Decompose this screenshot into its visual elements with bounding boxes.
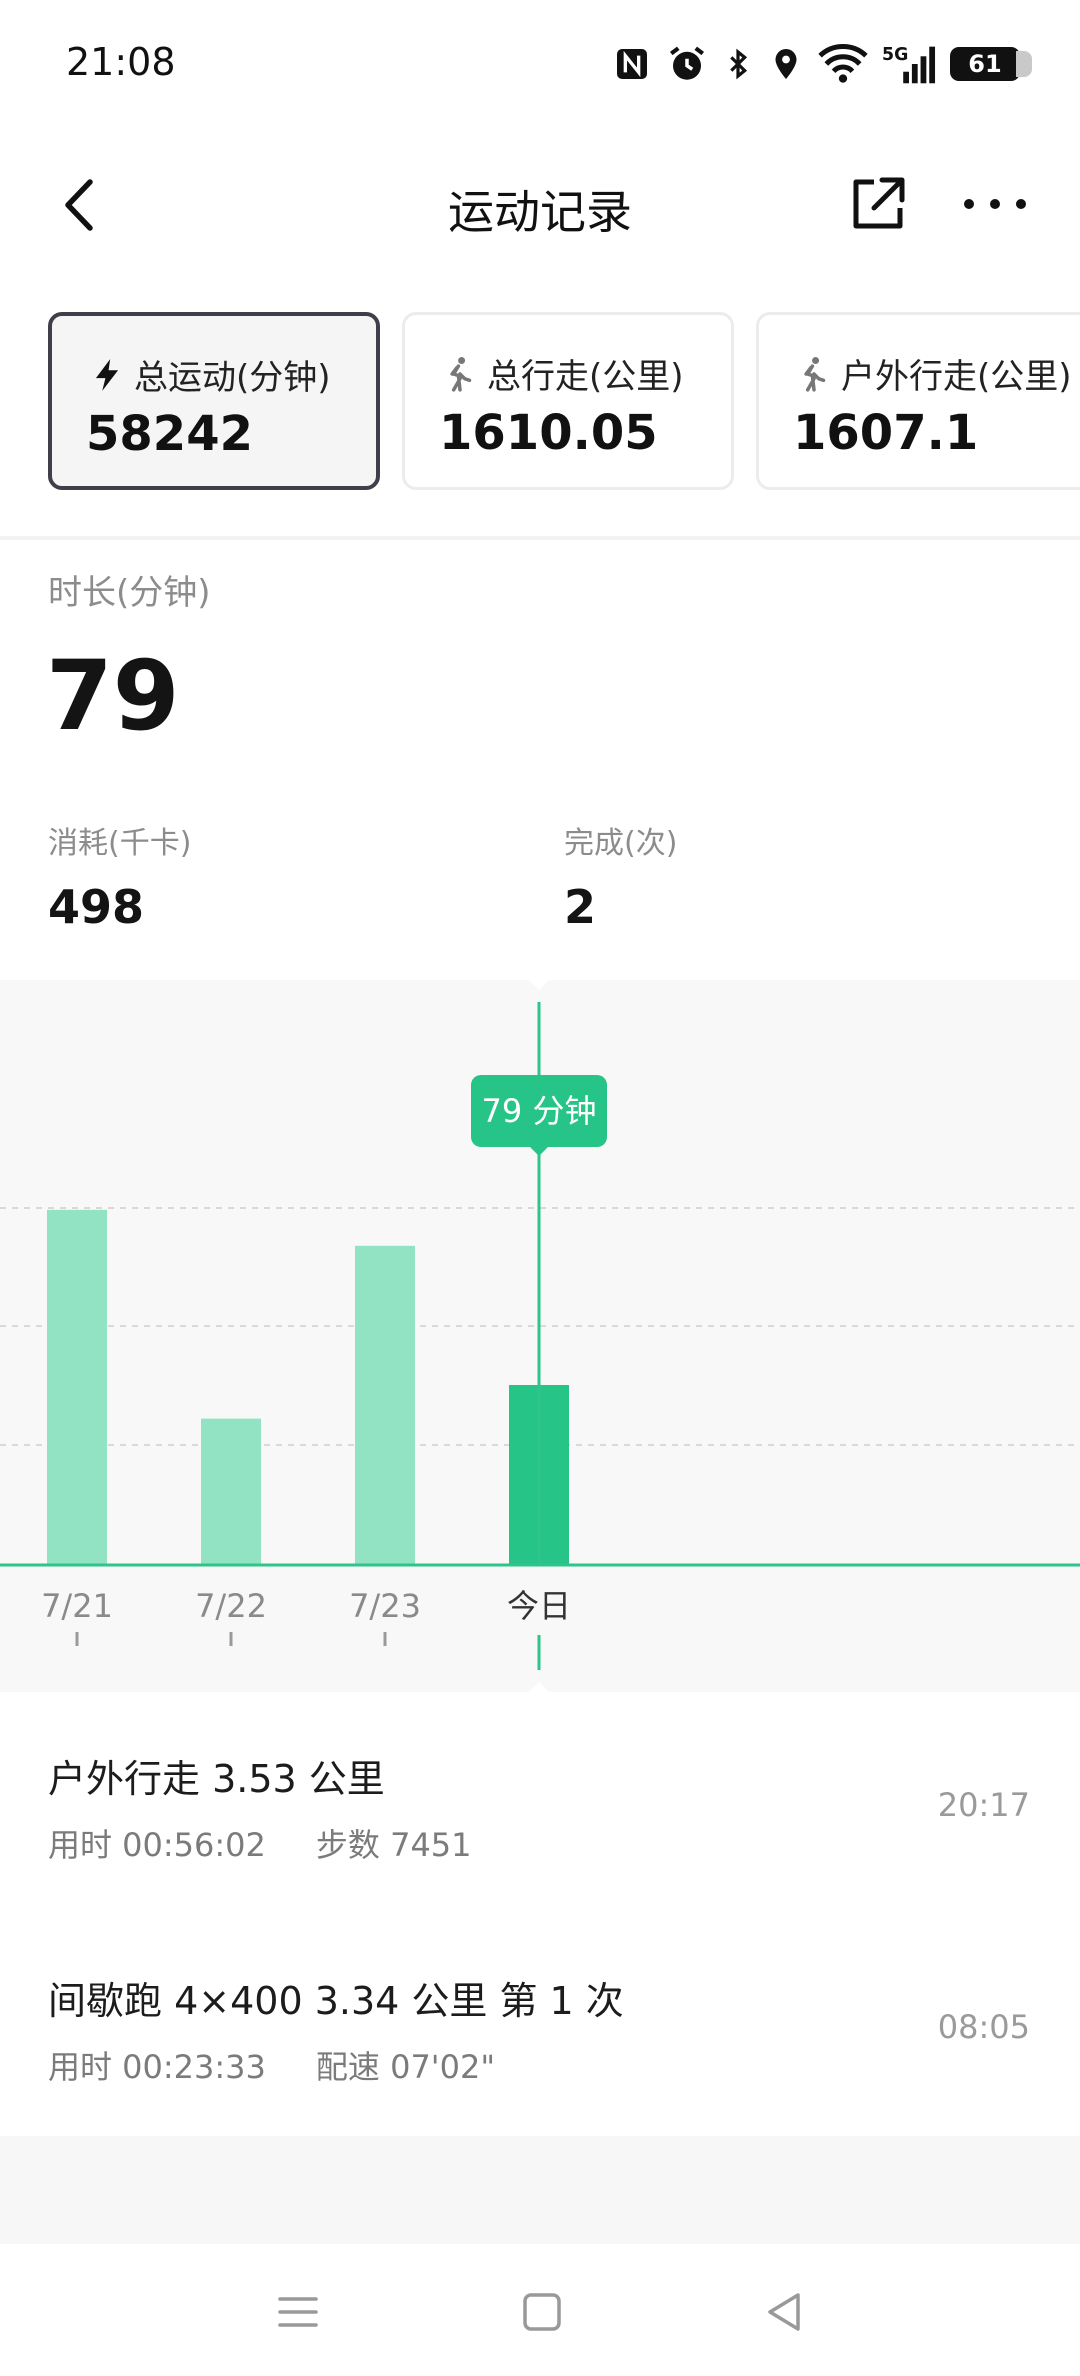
card-value: 1610.05	[439, 405, 658, 461]
record-extra: 配速 07'02"	[315, 2048, 496, 2086]
chart-tick-label: 7/22	[195, 1587, 267, 1625]
record-time: 08:05	[937, 2008, 1030, 2046]
card-label: 总运动(分钟)	[88, 350, 331, 399]
duration-label: 时长(分钟)	[48, 573, 211, 613]
chart-canvas[interactable]: 7/21 7/22 7/23 今日 79 分钟	[0, 980, 1080, 1692]
record-subtitle: 用时 00:23:33 配速 07'02"	[48, 2042, 495, 2088]
card-value: 58242	[86, 406, 253, 462]
card-outdoor-walk[interactable]: 户外行走(公里) 1607.1	[756, 312, 1080, 490]
completed-label: 完成(次)	[564, 826, 678, 861]
record-subtitle: 用时 00:56:02 步数 7451	[48, 1820, 472, 1866]
record-item[interactable]: 间歇跑 4×400 3.34 公里 第 1 次 用时 00:23:33 配速 07…	[0, 1942, 1080, 2132]
wifi-icon	[818, 44, 868, 83]
duration-value: 79	[46, 640, 180, 752]
completed-value: 2	[564, 880, 597, 934]
battery-level: 61	[968, 50, 1002, 78]
page-title: 运动记录	[448, 185, 632, 239]
card-value: 1607.1	[793, 405, 979, 461]
chart-tooltip-label: 79 分钟	[482, 1092, 597, 1130]
chart-tick-label: 今日	[507, 1587, 571, 1625]
calories-label: 消耗(千卡)	[48, 826, 192, 861]
chart-tick-label: 7/21	[41, 1587, 113, 1625]
record-time: 20:17	[937, 1786, 1030, 1824]
signal-5g-icon: 5G	[882, 45, 936, 84]
calories-value: 498	[48, 880, 145, 934]
card-label: 总行走(公里)	[441, 349, 684, 398]
record-title: 户外行走 3.53 公里	[48, 1757, 385, 1801]
status-bar: 21:08 5G 61	[0, 0, 1080, 130]
chart-bar	[355, 1245, 415, 1565]
app-bar: 运动记录	[0, 150, 1080, 260]
home-icon	[523, 2293, 561, 2331]
card-total-walk[interactable]: 总行走(公里) 1610.05	[402, 312, 734, 490]
metric-cards: 总运动(分钟) 58242 总行走(公里) 1610.05 户外行走(公里) 1…	[0, 312, 1080, 492]
bluetooth-icon	[730, 48, 748, 80]
chart-bar	[47, 1209, 107, 1565]
share-button[interactable]	[846, 172, 910, 236]
back-triangle-icon	[768, 2293, 800, 2331]
alarm-icon	[669, 46, 705, 80]
share-icon	[853, 177, 905, 229]
battery-icon: 61	[950, 47, 1032, 81]
more-dots-icon	[964, 199, 1026, 209]
status-icons: 5G 61	[612, 40, 1032, 88]
divider	[0, 536, 1080, 540]
record-item[interactable]: 户外行走 3.53 公里 用时 00:56:02 步数 7451 20:17	[0, 1720, 1080, 1910]
location-icon	[775, 49, 797, 79]
svg-text:5G: 5G	[882, 45, 908, 65]
card-label: 户外行走(公里)	[795, 349, 1072, 398]
bolt-icon	[95, 358, 119, 391]
record-duration: 用时 00:56:02	[48, 1826, 266, 1864]
status-time: 21:08	[66, 40, 176, 84]
home-button[interactable]	[512, 2282, 572, 2342]
walk-icon	[804, 356, 826, 392]
record-duration: 用时 00:23:33	[48, 2048, 266, 2086]
list-footer	[0, 2136, 1080, 2244]
daily-duration-chart[interactable]: 7/21 7/22 7/23 今日 79 分钟	[0, 980, 1080, 1692]
recents-button[interactable]	[268, 2282, 328, 2342]
chart-tick-label: 7/23	[349, 1587, 421, 1625]
walk-icon	[450, 356, 472, 392]
menu-icon	[278, 2297, 318, 2327]
navigation-bar	[0, 2244, 1080, 2376]
more-button[interactable]	[960, 172, 1030, 236]
card-total-exercise[interactable]: 总运动(分钟) 58242	[48, 312, 380, 490]
record-title: 间歇跑 4×400 3.34 公里 第 1 次	[48, 1979, 624, 2023]
back-nav-button[interactable]	[756, 2282, 816, 2342]
nfc-icon	[617, 49, 647, 79]
record-extra: 步数 7451	[315, 1826, 472, 1864]
chart-bar	[201, 1418, 261, 1565]
